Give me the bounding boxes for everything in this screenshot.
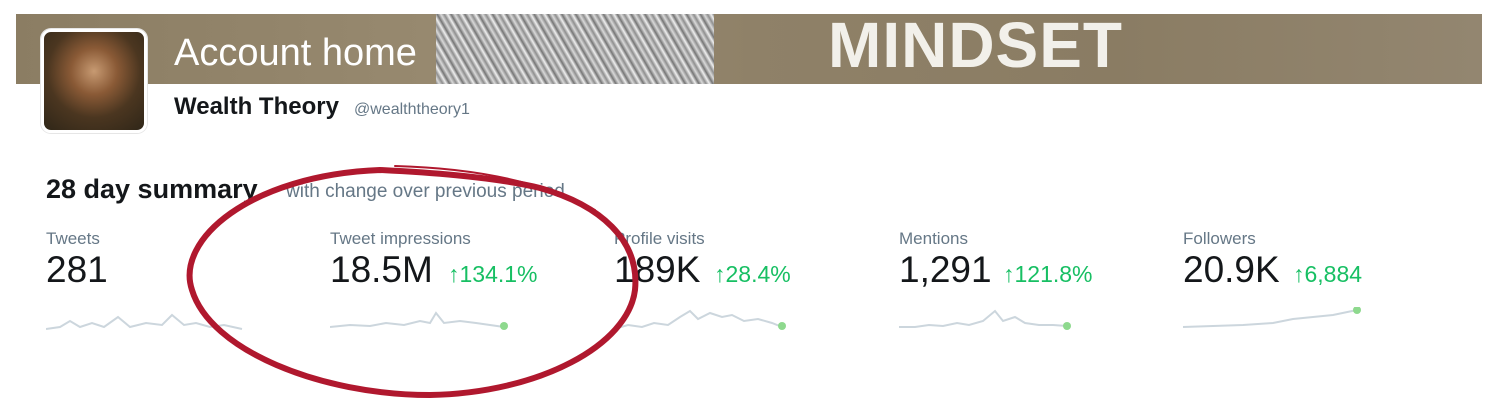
metric-value: 1,291 bbox=[899, 249, 992, 290]
sparkline bbox=[330, 311, 508, 330]
header-banner: MINDSET Account home bbox=[16, 14, 1482, 84]
banner-photo bbox=[436, 14, 714, 84]
up-arrow-icon: ↑ bbox=[1293, 261, 1305, 287]
metric-change: ↑28.4% bbox=[714, 261, 791, 288]
up-arrow-icon: ↑ bbox=[448, 261, 460, 287]
sparkline bbox=[614, 309, 786, 330]
metric-change-value: 134.1% bbox=[459, 261, 538, 287]
avatar[interactable] bbox=[41, 29, 147, 133]
sparkline-end-dot bbox=[500, 322, 508, 330]
sparkline-end-dot bbox=[1353, 307, 1361, 314]
account-handle[interactable]: @wealththeory1 bbox=[354, 101, 470, 119]
sparkline-end-dot bbox=[1063, 322, 1071, 330]
metric-change: ↑6,884 bbox=[1293, 261, 1362, 288]
metric-label: Profile visits bbox=[614, 229, 705, 248]
summary-title: 28 day summary bbox=[46, 174, 258, 204]
metric-change-value: 121.8% bbox=[1014, 261, 1093, 287]
sparkline-end-dot bbox=[778, 322, 786, 330]
metric-mentions[interactable]: Mentions 1,291 ↑121.8% bbox=[899, 229, 1159, 339]
metric-tweet-impressions[interactable]: Tweet impressions 18.5M ↑134.1% bbox=[330, 229, 590, 339]
metric-change-value: 6,884 bbox=[1304, 261, 1363, 287]
metric-label: Tweets bbox=[46, 229, 100, 248]
metric-change: ↑121.8% bbox=[1003, 261, 1093, 288]
metric-value: 281 bbox=[46, 249, 108, 290]
summary-subtitle: with change over previous period bbox=[286, 181, 565, 202]
metric-profile-visits[interactable]: Profile visits 189K ↑28.4% bbox=[614, 229, 874, 339]
metric-change: ↑134.1% bbox=[448, 261, 538, 288]
banner-text: MINDSET bbox=[828, 14, 1123, 81]
metric-value: 189K bbox=[614, 249, 701, 290]
page-title: Account home bbox=[174, 32, 417, 74]
metric-followers[interactable]: Followers 20.9K ↑6,884 bbox=[1183, 229, 1443, 339]
sparkline bbox=[1183, 307, 1361, 328]
sparkline bbox=[46, 313, 243, 330]
account-name[interactable]: Wealth Theory bbox=[174, 93, 339, 121]
metric-tweets[interactable]: Tweets 281 bbox=[46, 229, 306, 339]
sparkline bbox=[899, 309, 1071, 330]
metric-value: 18.5M bbox=[330, 249, 433, 290]
up-arrow-icon: ↑ bbox=[1003, 261, 1015, 287]
metric-change-value: 28.4% bbox=[725, 261, 791, 287]
metric-value: 20.9K bbox=[1183, 249, 1280, 290]
metric-label: Mentions bbox=[899, 229, 968, 248]
metric-label: Tweet impressions bbox=[330, 229, 471, 248]
up-arrow-icon: ↑ bbox=[714, 261, 726, 287]
metric-label: Followers bbox=[1183, 229, 1256, 248]
